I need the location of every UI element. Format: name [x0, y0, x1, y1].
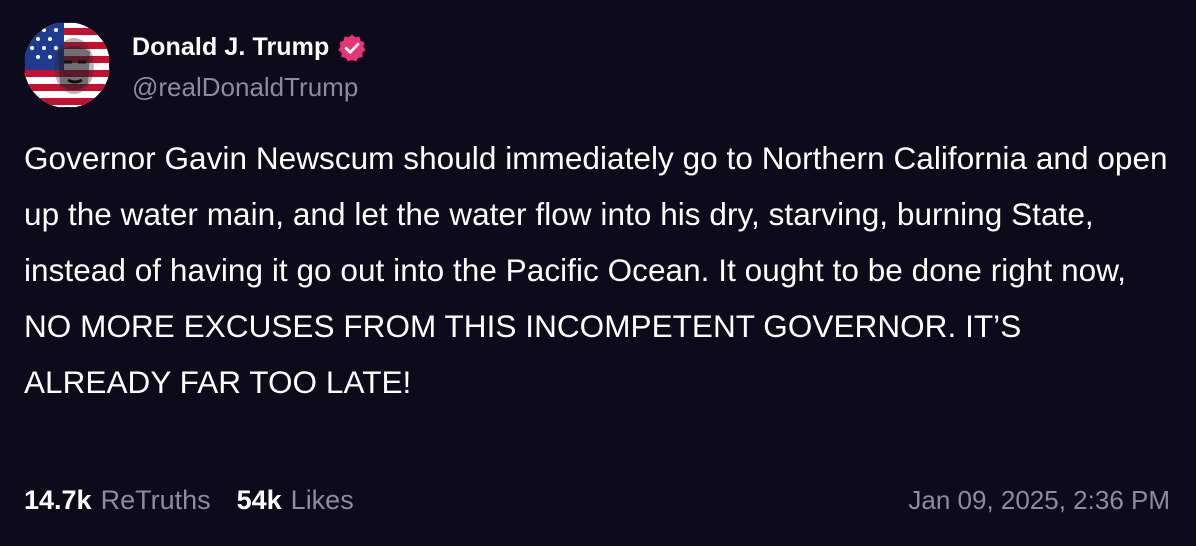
avatar[interactable] [24, 22, 110, 108]
likes-label: Likes [290, 484, 354, 515]
verified-badge-icon [337, 33, 367, 63]
author-display-name[interactable]: Donald J. Trump [132, 33, 329, 62]
post-text: Governor Gavin Newscum should immediatel… [24, 140, 1168, 400]
author-identity: Donald J. Trump @realDonaldTrump [132, 28, 367, 103]
avatar-flag-portrait-image [24, 22, 110, 108]
likes-count: 54k [236, 484, 282, 515]
author-name-row: Donald J. Trump [132, 28, 367, 68]
retruths-label: ReTruths [100, 484, 211, 515]
author-handle[interactable]: @realDonaldTrump [132, 72, 367, 103]
post-footer: 14.7k ReTruths 54k Likes Jan 09, 2025, 2… [24, 478, 1170, 522]
post-card: Donald J. Trump @realDonaldTrump Governo… [0, 0, 1196, 546]
likes-stat[interactable]: 54k Likes [237, 485, 354, 516]
post-timestamp[interactable]: Jan 09, 2025, 2:36 PM [908, 485, 1170, 516]
retruths-count: 14.7k [24, 484, 92, 515]
post-header: Donald J. Trump @realDonaldTrump [24, 22, 367, 108]
retruths-stat[interactable]: 14.7k ReTruths [24, 485, 211, 516]
